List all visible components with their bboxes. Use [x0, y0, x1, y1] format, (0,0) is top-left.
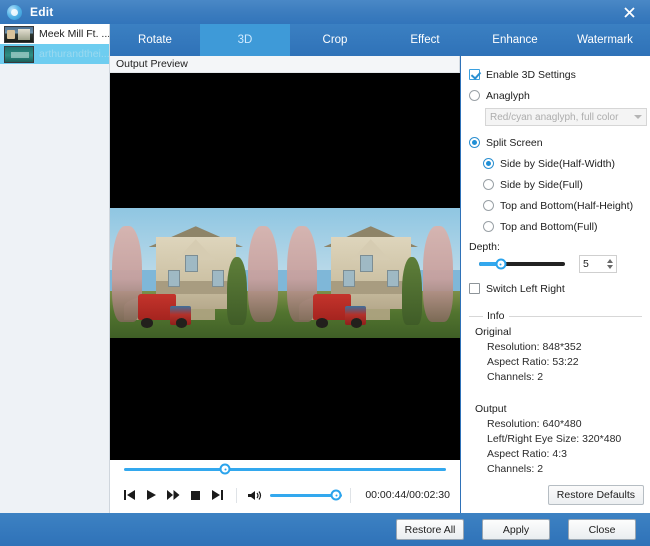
stop-icon[interactable]: [184, 484, 206, 506]
play-icon[interactable]: [140, 484, 162, 506]
anaglyph-type-value: Red/cyan anaglyph, full color: [490, 112, 618, 123]
info-output-aspect: Aspect Ratio: 4:3: [487, 448, 642, 460]
restore-all-button[interactable]: Restore All: [396, 519, 464, 540]
info-output-channels: Channels: 2: [487, 463, 642, 475]
tab-effect[interactable]: Effect: [380, 24, 470, 56]
anaglyph-type-select: Red/cyan anaglyph, full color: [485, 108, 647, 126]
title-bar: Edit: [0, 0, 650, 24]
enable-3d-row[interactable]: Enable 3D Settings: [469, 66, 642, 83]
snowflake-icon: [7, 5, 22, 20]
switch-left-right-label: Switch Left Right: [486, 283, 565, 295]
info-output-resolution: Resolution: 640*480: [487, 418, 642, 430]
right-eye-image: [285, 208, 460, 338]
anaglyph-radio[interactable]: [469, 90, 480, 101]
restore-defaults-button[interactable]: Restore Defaults: [548, 485, 644, 505]
info-section: Info Original Resolution: 848*352 Aspect…: [469, 316, 642, 478]
time-display: 00:00:44/00:02:30: [365, 489, 450, 501]
tab-bar: Rotate 3D Crop Effect Enhance Watermark: [110, 24, 650, 56]
split-option-side-full-row[interactable]: Side by Side(Full): [469, 176, 642, 193]
seek-handle[interactable]: [220, 464, 231, 475]
list-item[interactable]: Meek Mill Ft. ...: [0, 24, 109, 44]
depth-control-row: 5: [469, 255, 642, 273]
depth-label: Depth:: [469, 241, 642, 253]
preview-panel: Output Preview: [110, 56, 460, 513]
list-item-label: arthurandthei...: [39, 48, 109, 60]
depth-slider-handle[interactable]: [495, 259, 506, 270]
skip-next-icon[interactable]: [206, 484, 228, 506]
close-button[interactable]: Close: [568, 519, 636, 540]
transport-bar: 00:00:44/00:02:30: [110, 477, 460, 513]
enable-3d-label: Enable 3D Settings: [486, 69, 576, 81]
playback-controls: 00:00:44/00:02:30: [110, 483, 460, 507]
split-option-topbottom-full-label: Top and Bottom(Full): [500, 221, 597, 233]
depth-slider[interactable]: [479, 262, 565, 266]
volume-slider[interactable]: [270, 494, 342, 497]
info-original-resolution: Resolution: 848*352: [487, 341, 642, 353]
split-option-side-half-label: Side by Side(Half-Width): [500, 158, 615, 170]
split-option-side-full-label: Side by Side(Full): [500, 179, 583, 191]
info-original-channels: Channels: 2: [487, 371, 642, 383]
left-eye-image: [110, 208, 285, 338]
seek-bar[interactable]: [110, 460, 460, 478]
window-title: Edit: [30, 5, 53, 19]
split-option-topbottom-full-row[interactable]: Top and Bottom(Full): [469, 218, 642, 235]
footer-bar: Restore All Apply Close: [0, 513, 650, 546]
video-thumbnail: [4, 26, 34, 43]
split-option-topbottom-half-radio[interactable]: [483, 200, 494, 211]
tab-watermark[interactable]: Watermark: [560, 24, 650, 56]
list-item-label: Meek Mill Ft. ...: [39, 28, 109, 40]
list-item[interactable]: arthurandthei...: [0, 44, 109, 64]
switch-left-right-row[interactable]: Switch Left Right: [469, 280, 642, 297]
spacer: [469, 386, 642, 394]
split-screen-row[interactable]: Split Screen: [469, 134, 642, 151]
volume-icon[interactable]: [245, 485, 265, 505]
video-preview[interactable]: [110, 73, 460, 477]
split-option-side-half-row[interactable]: Side by Side(Half-Width): [469, 155, 642, 172]
split-screen-radio[interactable]: [469, 137, 480, 148]
info-output-eye-size: Left/Right Eye Size: 320*480: [487, 433, 642, 445]
info-original-title: Original: [475, 326, 642, 338]
depth-value: 5: [583, 258, 589, 270]
seek-track[interactable]: [124, 468, 446, 471]
settings-panel: Enable 3D Settings Anaglyph Red/cyan ana…: [461, 56, 650, 513]
divider: [350, 488, 351, 503]
stepper-up-icon[interactable]: [607, 259, 613, 263]
info-output-title: Output: [475, 403, 642, 415]
stepper-arrows[interactable]: [607, 259, 613, 269]
stepper-down-icon[interactable]: [607, 265, 613, 269]
video-thumbnail: [4, 46, 34, 63]
apply-button[interactable]: Apply: [482, 519, 550, 540]
split-option-side-half-radio[interactable]: [483, 158, 494, 169]
divider: [236, 488, 237, 503]
close-icon[interactable]: [608, 0, 650, 24]
skip-previous-icon[interactable]: [118, 484, 140, 506]
file-list-sidebar[interactable]: Meek Mill Ft. ... arthurandthei...: [0, 24, 110, 513]
info-original-aspect: Aspect Ratio: 53:22: [487, 356, 642, 368]
chevron-down-icon: [634, 115, 642, 119]
tab-3d[interactable]: 3D: [200, 24, 290, 56]
split-screen-label: Split Screen: [486, 137, 543, 149]
split-option-side-full-radio[interactable]: [483, 179, 494, 190]
anaglyph-row[interactable]: Anaglyph: [469, 87, 642, 104]
output-preview-label: Output Preview: [110, 56, 459, 73]
tab-crop[interactable]: Crop: [290, 24, 380, 56]
enable-3d-checkbox[interactable]: [469, 69, 480, 80]
tab-enhance[interactable]: Enhance: [470, 24, 560, 56]
split-option-topbottom-full-radio[interactable]: [483, 221, 494, 232]
switch-left-right-checkbox[interactable]: [469, 283, 480, 294]
edit-window: Edit Meek Mill Ft. ... arthurandthei... …: [0, 0, 650, 546]
anaglyph-label: Anaglyph: [486, 90, 530, 102]
split-option-topbottom-half-row[interactable]: Top and Bottom(Half-Height): [469, 197, 642, 214]
split-option-topbottom-half-label: Top and Bottom(Half-Height): [500, 200, 633, 212]
info-legend: Info: [483, 310, 509, 322]
split-screen-frame: [110, 208, 460, 338]
depth-stepper[interactable]: 5: [579, 255, 617, 273]
fast-forward-icon[interactable]: [162, 484, 184, 506]
tab-rotate[interactable]: Rotate: [110, 24, 200, 56]
volume-handle[interactable]: [331, 490, 342, 501]
